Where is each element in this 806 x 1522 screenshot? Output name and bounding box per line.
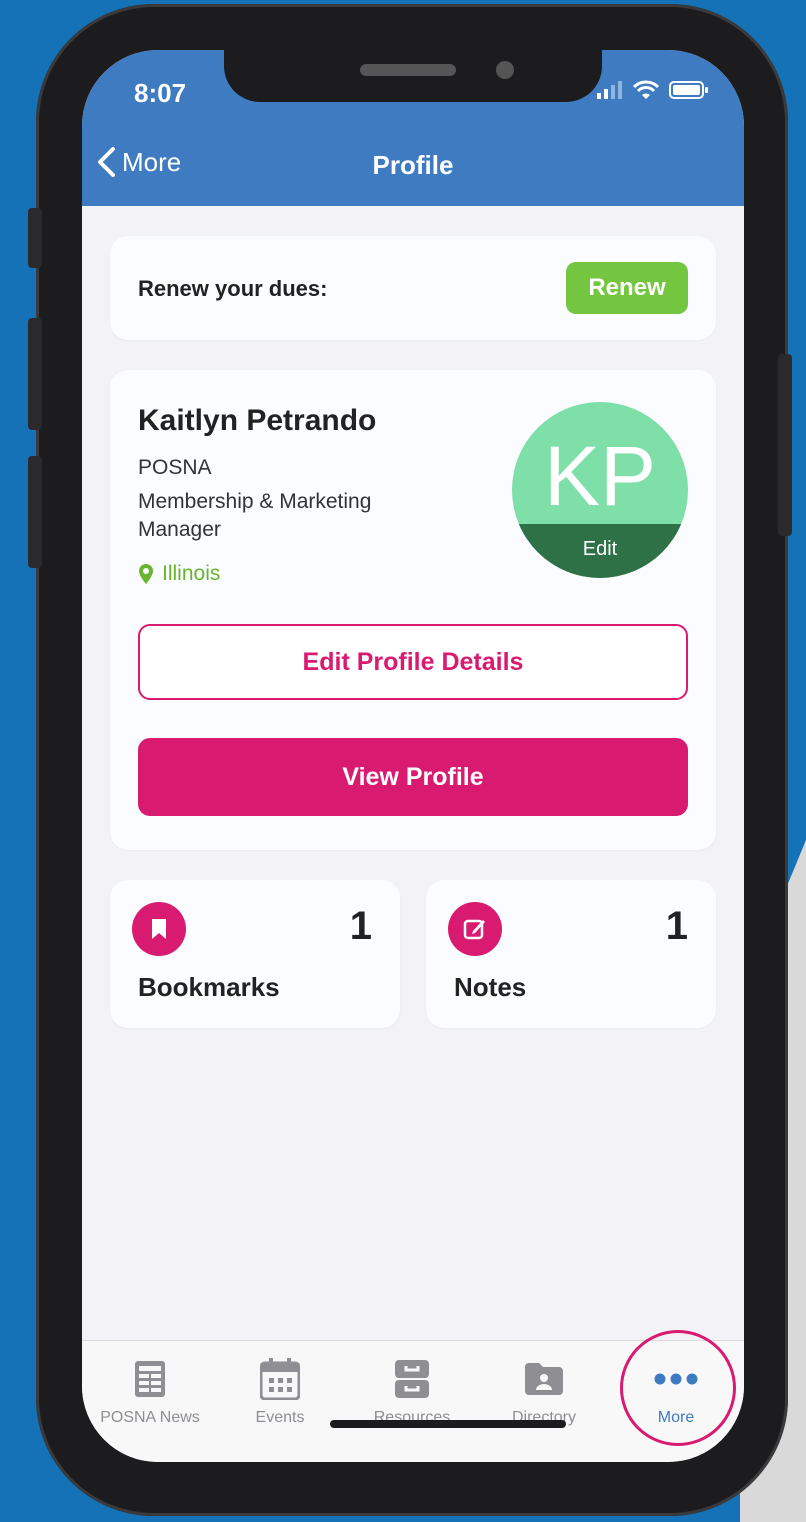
tab-label: POSNA News [100,1409,200,1426]
renew-button[interactable]: Renew [566,262,688,314]
avatar-edit-label[interactable]: Edit [512,524,688,578]
edit-profile-details-button[interactable]: Edit Profile Details [138,624,688,700]
wifi-icon [633,80,659,99]
tab-label: Events [255,1409,305,1426]
renew-dues-card: Renew your dues: Renew [110,236,716,340]
navigation-bar: 8:07 More Profile [82,50,744,206]
location-pin-icon [139,564,153,584]
view-profile-button[interactable]: View Profile [138,738,688,816]
phone-notch [224,50,602,102]
volume-up-button [28,318,42,430]
speaker [360,64,456,76]
tab-resources[interactable]: Resources [346,1357,478,1427]
profile-location: Illinois [138,562,220,586]
note-edit-icon [448,902,502,956]
highlight-circle [620,1330,736,1446]
profile-card: Kaitlyn Petrando POSNA Membership & Mark… [110,370,716,850]
avatar[interactable]: KP Edit [512,402,688,578]
camera [496,61,514,79]
bookmarks-card[interactable]: 1 Bookmarks [110,880,400,1028]
calendar-icon [260,1358,300,1400]
bookmarks-label: Bookmarks [138,972,280,1002]
status-icons [597,80,709,100]
battery-icon [669,81,708,99]
volume-down-button [28,456,42,568]
bookmark-icon [132,902,186,956]
profile-job-title: Membership & Marketing Manager [138,490,372,541]
home-indicator [330,1420,566,1428]
bookmarks-count: 1 [349,904,372,948]
tab-directory[interactable]: Directory [478,1357,610,1427]
tab-events[interactable]: Events [214,1357,346,1427]
profile-name: Kaitlyn Petrando [138,404,377,437]
power-button [778,354,792,536]
status-time: 8:07 [134,78,187,108]
notes-card[interactable]: 1 Notes [426,880,716,1028]
page-title: Profile [372,150,454,180]
signal-icon [597,81,622,99]
renew-dues-label: Renew your dues: [138,276,328,301]
archive-icon [395,1360,429,1398]
notes-count: 1 [665,904,688,948]
notes-label: Notes [454,972,527,1002]
newspaper-icon [135,1361,165,1397]
avatar-initials: KP [543,429,657,523]
location-text: Illinois [162,562,221,585]
mute-switch [28,208,42,268]
phone-screen: 8:07 More Profile Renew your dues: Renew… [82,50,744,1462]
folder-person-icon [525,1363,563,1395]
profile-organization: POSNA [138,456,212,479]
tab-posna-news[interactable]: POSNA News [84,1357,216,1427]
